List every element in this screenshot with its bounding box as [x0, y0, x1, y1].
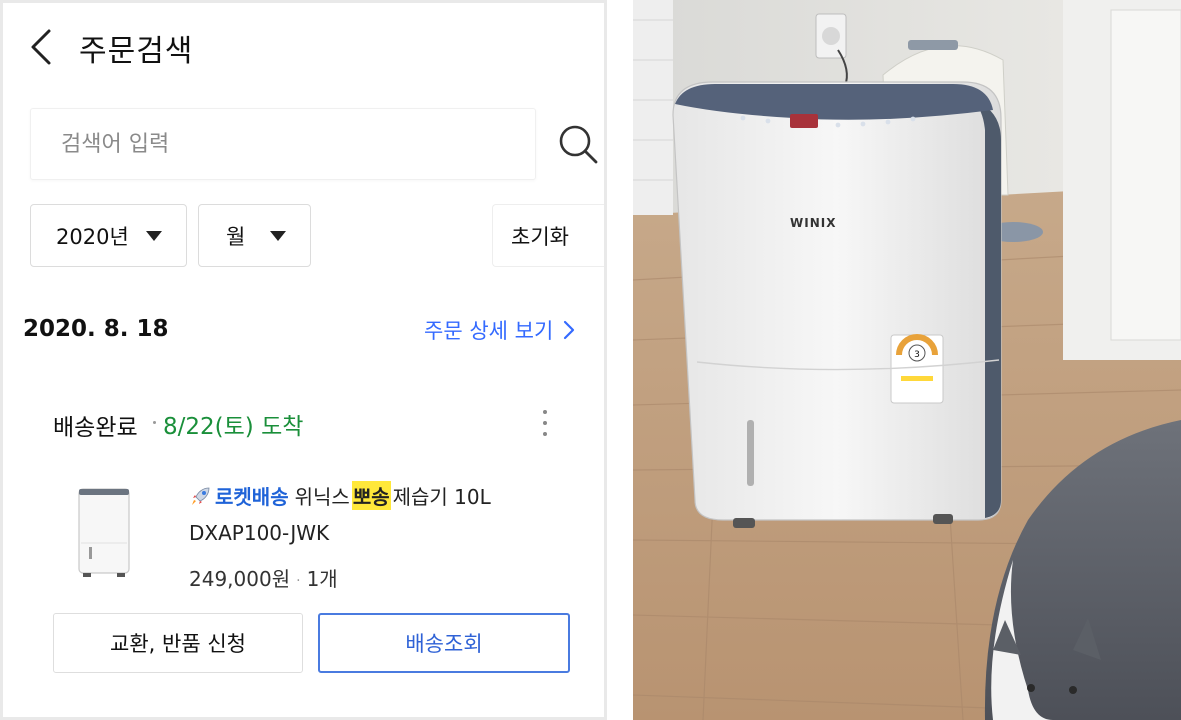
delivery-status: 배송완료 [53, 415, 138, 441]
search-icon[interactable] [556, 122, 600, 166]
reset-button[interactable]: 초기화 [492, 204, 604, 267]
more-vertical-icon[interactable] [538, 408, 552, 438]
product-thumbnail[interactable] [71, 485, 135, 581]
search-box [30, 108, 536, 180]
search-highlight: 뽀송 [351, 481, 391, 510]
product-brand: 위닉스 [294, 485, 350, 509]
arrival-date: 8/22(토) 도착 [163, 414, 304, 440]
separator-dot [153, 421, 156, 424]
chevron-left-icon [31, 29, 51, 65]
chevron-right-icon [564, 320, 575, 340]
order-detail-link-label: 주문 상세 보기 [424, 319, 554, 343]
separator-dot: · [296, 572, 301, 589]
product-name-suffix: 제습기 10L [392, 485, 491, 509]
product-price: 249,000원 [189, 567, 291, 591]
product-photo: WINIX 3 [633, 0, 1181, 720]
order-search-screen: 주문검색 2020년 월 초기화 2020. 8. 18 주문 상세 보기 배송… [0, 0, 607, 720]
caret-down-icon [270, 231, 286, 241]
dehumidifier-photo: WINIX 3 [633, 0, 1181, 720]
winix-logo: WINIX [790, 216, 836, 230]
track-delivery-button[interactable]: 배송조회 [318, 613, 570, 673]
year-select[interactable]: 2020년 [30, 204, 187, 267]
caret-down-icon [146, 231, 162, 241]
image-divider [607, 0, 633, 720]
rocket-icon [192, 487, 210, 505]
rocket-delivery-badge: 로켓배송 [215, 485, 289, 509]
search-input[interactable] [31, 109, 535, 179]
order-detail-link[interactable]: 주문 상세 보기 [424, 315, 575, 345]
month-select[interactable]: 월 [198, 204, 311, 267]
exchange-return-button[interactable]: 교환, 반품 신청 [53, 613, 303, 673]
energy-grade: 3 [914, 350, 920, 360]
product-name[interactable]: 로켓배송 위닉스 뽀송 제습기 10L [189, 481, 491, 510]
product-model: DXAP100-JWK [189, 521, 330, 545]
back-button[interactable] [25, 25, 59, 69]
month-select-value: 월 [226, 224, 246, 249]
page-title: 주문검색 [79, 34, 194, 69]
year-select-value: 2020년 [56, 224, 129, 249]
order-date: 2020. 8. 18 [23, 316, 169, 342]
app-header: 주문검색 [3, 3, 604, 89]
product-quantity: 1개 [306, 567, 338, 591]
product-price-row: 249,000원 · 1개 [189, 563, 338, 592]
